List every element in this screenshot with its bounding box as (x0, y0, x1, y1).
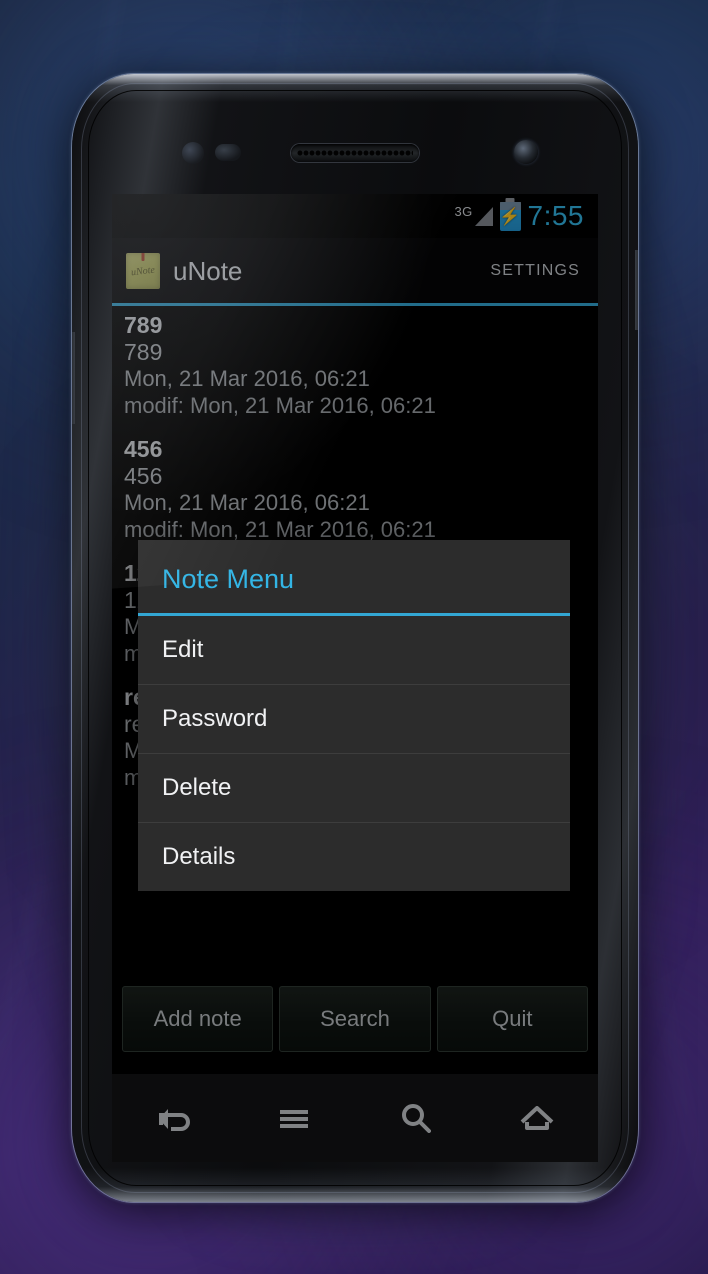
system-navigation-bar (112, 1074, 598, 1162)
menu-icon[interactable] (272, 1096, 316, 1140)
phone-bottom-chrome-highlight (72, 1168, 638, 1202)
proximity-sensor-icon (182, 142, 204, 164)
earpiece-speaker (291, 144, 419, 162)
menu-item-password[interactable]: Password (138, 685, 570, 754)
menu-item-details[interactable]: Details (138, 823, 570, 891)
search-icon[interactable] (394, 1096, 438, 1140)
menu-item-delete[interactable]: Delete (138, 754, 570, 823)
back-icon[interactable] (151, 1096, 195, 1140)
menu-item-edit[interactable]: Edit (138, 616, 570, 685)
earpiece-grille (297, 149, 413, 157)
power-button[interactable] (635, 250, 638, 330)
note-menu-dialog: Note Menu Edit Password Delete Details (138, 540, 570, 891)
volume-rocker-button[interactable] (72, 332, 75, 424)
front-camera-icon (514, 140, 538, 164)
light-sensor-icon (215, 144, 241, 161)
home-icon[interactable] (515, 1096, 559, 1140)
dialog-title: Note Menu (162, 564, 295, 594)
phone-top-chrome-highlight (72, 74, 638, 102)
smartphone-device: 3G ⚡ 7:55 uNote uNote SETTINGS 789 789 M… (72, 74, 638, 1202)
phone-screen: 3G ⚡ 7:55 uNote uNote SETTINGS 789 789 M… (112, 194, 598, 1074)
